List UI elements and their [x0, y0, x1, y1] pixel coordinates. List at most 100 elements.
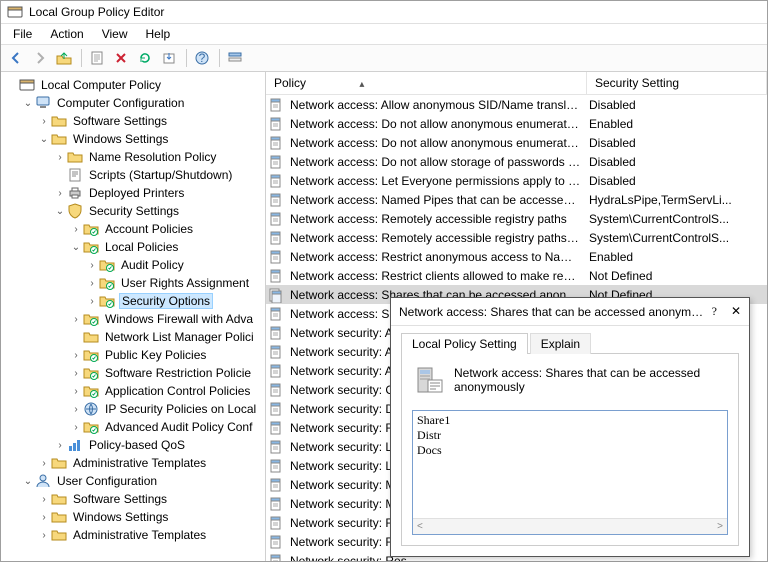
expand-toggle-icon[interactable]: ›	[69, 224, 83, 235]
tab-explain[interactable]: Explain	[530, 333, 591, 354]
menu-action[interactable]: Action	[42, 24, 91, 44]
help-button[interactable]	[191, 47, 213, 69]
forward-button[interactable]	[29, 47, 51, 69]
tree-item[interactable]: ›Software Restriction Policie	[1, 364, 265, 382]
policy-setting: Disabled	[585, 98, 765, 112]
export-button[interactable]	[158, 47, 180, 69]
folder-s-icon	[83, 311, 99, 327]
expand-toggle-icon[interactable]: ›	[69, 404, 83, 415]
delete-button[interactable]	[110, 47, 132, 69]
tree-item[interactable]: ›Audit Policy	[1, 256, 265, 274]
dialog-titlebar[interactable]: Network access: Shares that can be acces…	[391, 298, 749, 326]
menu-file[interactable]: File	[5, 24, 40, 44]
expand-toggle-icon[interactable]: ›	[53, 188, 67, 199]
policy-row[interactable]: Network access: Let Everyone permissions…	[266, 171, 767, 190]
filter-button[interactable]	[224, 47, 246, 69]
expand-toggle-icon[interactable]: ›	[37, 458, 51, 469]
tree-item[interactable]: ›Name Resolution Policy	[1, 148, 265, 166]
policy-row[interactable]: Network access: Do not allow anonymous e…	[266, 114, 767, 133]
expand-toggle-icon[interactable]: ⌄	[37, 134, 51, 145]
tree-item[interactable]: Network List Manager Polici	[1, 328, 265, 346]
policy-row[interactable]: Network access: Allow anonymous SID/Name…	[266, 95, 767, 114]
tree-item[interactable]: ›User Rights Assignment	[1, 274, 265, 292]
user-icon	[35, 473, 51, 489]
refresh-button[interactable]	[134, 47, 156, 69]
expand-toggle-icon[interactable]: ⌄	[21, 98, 35, 109]
policy-item-icon	[268, 439, 284, 455]
back-button[interactable]	[5, 47, 27, 69]
expand-toggle-icon[interactable]: ›	[85, 260, 99, 271]
expand-toggle-icon[interactable]: ⌄	[21, 476, 35, 487]
policy-row[interactable]: Network access: Named Pipes that can be …	[266, 190, 767, 209]
tree-pane[interactable]: Local Computer Policy⌄Computer Configura…	[1, 72, 266, 561]
policy-row[interactable]: Network access: Restrict clients allowed…	[266, 266, 767, 285]
tab-local-policy-setting[interactable]: Local Policy Setting	[401, 333, 528, 354]
policy-item-icon	[268, 268, 284, 284]
expand-toggle-icon[interactable]: ›	[85, 296, 99, 307]
tree-item-label: Software Settings	[71, 492, 169, 506]
policy-row[interactable]: Network access: Remotely accessible regi…	[266, 209, 767, 228]
policy-item-icon	[268, 192, 284, 208]
expand-toggle-icon[interactable]: ›	[53, 152, 67, 163]
tree-item[interactable]: ⌄Windows Settings	[1, 130, 265, 148]
policy-item-icon	[268, 135, 284, 151]
tree-item[interactable]: ›Windows Settings	[1, 508, 265, 526]
tree-item[interactable]: ›Administrative Templates	[1, 454, 265, 472]
tree-item[interactable]: ⌄Computer Configuration	[1, 94, 265, 112]
tree-item[interactable]: ›Account Policies	[1, 220, 265, 238]
tree-item[interactable]: ›Policy-based QoS	[1, 436, 265, 454]
expand-toggle-icon[interactable]: ›	[37, 512, 51, 523]
tree-item[interactable]: Scripts (Startup/Shutdown)	[1, 166, 265, 184]
policy-name: Network access: Do not allow anonymous e…	[286, 136, 585, 150]
column-policy[interactable]: Policy ▴	[266, 72, 587, 94]
dialog-help-button[interactable]: ?	[712, 304, 717, 319]
expand-toggle-icon[interactable]: ›	[69, 386, 83, 397]
expand-toggle-icon[interactable]: ⌄	[69, 242, 83, 253]
tree-item[interactable]: ⌄Local Policies	[1, 238, 265, 256]
expand-toggle-icon[interactable]: ›	[69, 314, 83, 325]
tree-item[interactable]: › Windows Firewall with Adva	[1, 310, 265, 328]
expand-toggle-icon[interactable]: ⌄	[53, 206, 67, 217]
tree-item[interactable]: Local Computer Policy	[1, 76, 265, 94]
tree-item[interactable]: ›Application Control Policies	[1, 382, 265, 400]
tree-item[interactable]: › Deployed Printers	[1, 184, 265, 202]
script-icon	[67, 167, 83, 183]
policy-name: Network access: Allow anonymous SID/Name…	[286, 98, 585, 112]
tree-item[interactable]: ⌄Security Settings	[1, 202, 265, 220]
policy-row[interactable]: Network access: Do not allow storage of …	[266, 152, 767, 171]
dialog-close-button[interactable]: ✕	[731, 304, 741, 319]
folder-icon	[51, 455, 67, 471]
expand-toggle-icon[interactable]: ›	[37, 494, 51, 505]
menu-help[interactable]: Help	[138, 24, 179, 44]
properties-button[interactable]	[86, 47, 108, 69]
tree-item-label: Software Settings	[71, 114, 169, 128]
shares-textarea[interactable]	[413, 411, 727, 518]
up-button[interactable]	[53, 47, 75, 69]
tree-item[interactable]: ›Public Key Policies	[1, 346, 265, 364]
tree-item-label: Deployed Printers	[87, 186, 186, 200]
expand-toggle-icon[interactable]: ›	[69, 368, 83, 379]
menu-view[interactable]: View	[94, 24, 136, 44]
policy-row[interactable]: Network access: Do not allow anonymous e…	[266, 133, 767, 152]
expand-toggle-icon[interactable]: ›	[37, 530, 51, 541]
column-security-setting[interactable]: Security Setting	[587, 72, 767, 94]
tree-item-label: Windows Firewall with Adva	[103, 312, 255, 326]
tree-item[interactable]: ›Administrative Templates	[1, 526, 265, 544]
policy-row[interactable]: Network access: Restrict anonymous acces…	[266, 247, 767, 266]
policy-icon	[412, 364, 444, 396]
toolbar-separator	[186, 49, 187, 67]
tree-item[interactable]: ›Security Options	[1, 292, 265, 310]
tree-item[interactable]: › Software Settings	[1, 490, 265, 508]
horizontal-scrollbar[interactable]: <>	[413, 518, 727, 534]
expand-toggle-icon[interactable]: ›	[53, 440, 67, 451]
expand-toggle-icon[interactable]: ›	[37, 116, 51, 127]
toolbar-separator	[81, 49, 82, 67]
tree-item[interactable]: ›IP Security Policies on Local	[1, 400, 265, 418]
expand-toggle-icon[interactable]: ›	[69, 350, 83, 361]
tree-item[interactable]: ⌄User Configuration	[1, 472, 265, 490]
expand-toggle-icon[interactable]: ›	[69, 422, 83, 433]
tree-item[interactable]: ›Advanced Audit Policy Conf	[1, 418, 265, 436]
expand-toggle-icon[interactable]: ›	[85, 278, 99, 289]
policy-row[interactable]: Network access: Remotely accessible regi…	[266, 228, 767, 247]
tree-item[interactable]: › Software Settings	[1, 112, 265, 130]
